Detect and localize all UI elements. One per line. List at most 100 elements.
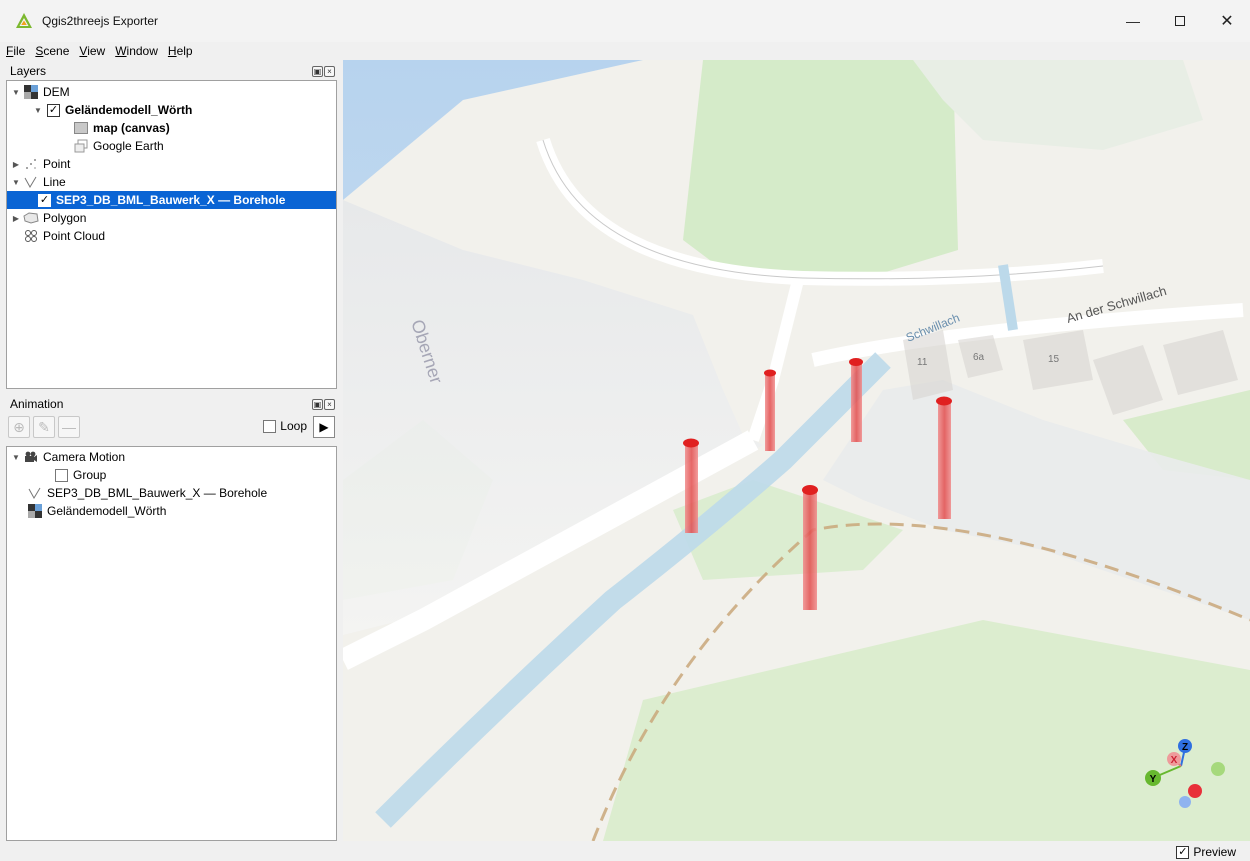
float-icon: ▣ [313, 66, 322, 76]
title-bar: Qgis2threejs Exporter — ✕ [0, 0, 1250, 42]
negative-y-axis-icon[interactable] [1211, 762, 1225, 776]
tree-item-google-earth[interactable]: Google Earth [71, 137, 164, 155]
borehole-tube[interactable] [849, 358, 863, 442]
tree-item-polygon[interactable]: ▶ Polygon [11, 209, 86, 227]
polygon-layer-icon [23, 211, 39, 225]
minimize-icon: — [1126, 13, 1140, 29]
loop-checkbox[interactable] [263, 419, 277, 433]
expand-arrow-icon[interactable]: ▼ [11, 178, 21, 187]
collapse-arrow-icon[interactable]: ▶ [11, 214, 21, 223]
tree-item-dem[interactable]: ▼ DEM [11, 83, 70, 101]
map-layer-icon [73, 121, 89, 135]
3d-map-view[interactable]: An der Schwillach Oberner Schwillach 11 … [343, 60, 1250, 841]
layers-tree[interactable]: ▼ DEM ▼ ✓ Geländemodell_Wörth map (canva… [6, 80, 337, 389]
float-panel-button[interactable]: ▣ [312, 65, 323, 77]
play-icon: ▶ [319, 420, 329, 434]
preview-checkbox[interactable]: ✓ [1176, 845, 1190, 859]
point-cloud-icon [23, 229, 39, 243]
house-number: 15 [1048, 354, 1060, 365]
tree-item-label: Google Earth [93, 139, 164, 153]
dem-raster-icon [23, 85, 39, 99]
svg-text:X: X [1171, 755, 1178, 766]
svg-text:Z: Z [1182, 742, 1188, 753]
park-area [683, 60, 958, 285]
anim-item-gelaendemodell[interactable]: Geländemodell_Wörth [27, 502, 166, 520]
line-layer-icon [27, 486, 43, 500]
tree-item-point[interactable]: ▶ Point [11, 155, 70, 173]
borehole-tube[interactable] [936, 396, 952, 520]
layers-panel-title: Layers [10, 64, 47, 78]
camera-icon [23, 450, 39, 464]
menu-window[interactable]: Window [115, 44, 158, 58]
animation-panel-title: Animation [10, 397, 64, 411]
menu-file[interactable]: File [6, 44, 25, 58]
minimize-button[interactable]: — [1110, 0, 1156, 42]
tree-item-label: Line [43, 175, 66, 189]
tree-item-label: SEP3_DB_BML_Bauwerk_X — Borehole [56, 193, 286, 207]
loop-toggle[interactable]: Loop [263, 419, 307, 433]
tree-item-point-cloud[interactable]: Point Cloud [21, 227, 105, 245]
3d-scene[interactable]: An der Schwillach Oberner Schwillach 11 … [343, 60, 1250, 841]
expand-arrow-icon[interactable]: ▼ [11, 453, 21, 462]
anim-item-borehole[interactable]: SEP3_DB_BML_Bauwerk_X — Borehole [27, 484, 267, 502]
close-icon: × [327, 66, 332, 76]
house-number: 11 [917, 357, 928, 368]
tree-item-map-canvas[interactable]: map (canvas) [71, 119, 170, 137]
expand-arrow-icon[interactable]: ▼ [33, 106, 43, 115]
expand-arrow-icon[interactable]: ▼ [11, 88, 21, 97]
float-icon: ▣ [313, 399, 322, 409]
negative-z-axis-icon[interactable] [1179, 796, 1191, 808]
borehole-tube[interactable] [764, 369, 776, 452]
animation-tree[interactable]: ▼ Camera Motion Group SEP3_DB_BML_Bauwer… [6, 446, 337, 841]
menu-view[interactable]: View [79, 44, 105, 58]
window-title: Qgis2threejs Exporter [42, 14, 159, 28]
borehole-tube[interactable] [683, 438, 699, 534]
add-keyframe-button[interactable]: ⊕ [8, 416, 30, 438]
layer-visibility-checkbox[interactable]: ✓ [47, 103, 60, 117]
maximize-button[interactable] [1157, 0, 1203, 42]
dem-raster-icon [27, 504, 43, 518]
anim-item-label: Group [73, 468, 107, 482]
float-panel-button[interactable]: ▣ [312, 398, 323, 410]
play-button[interactable]: ▶ [313, 416, 335, 438]
preview-toggle[interactable]: ✓ Preview [1176, 845, 1236, 859]
close-button[interactable]: ✕ [1204, 0, 1250, 42]
animation-toolbar: ⊕ ✎ — Loop ▶ [6, 414, 337, 440]
layer-visibility-checkbox[interactable]: ✓ [38, 193, 51, 207]
point-layer-icon [23, 157, 39, 171]
tree-item-borehole-selected[interactable]: ✓ SEP3_DB_BML_Bauwerk_X — Borehole [7, 191, 336, 209]
negative-x-axis-icon[interactable] [1188, 784, 1202, 798]
anim-item-label: SEP3_DB_BML_Bauwerk_X — Borehole [47, 486, 268, 500]
close-panel-button[interactable]: × [324, 398, 335, 410]
borehole-tube[interactable] [802, 485, 818, 610]
preview-label: Preview [1193, 845, 1236, 859]
add-icon: ⊕ [13, 419, 25, 435]
anim-item-group[interactable]: Group [55, 466, 106, 484]
loop-label: Loop [280, 419, 307, 433]
minus-icon: — [62, 419, 76, 435]
tree-item-line[interactable]: ▼ Line [11, 173, 66, 191]
remove-keyframe-button[interactable]: — [58, 416, 80, 438]
qgis2threejs-logo-icon [16, 13, 32, 28]
edit-keyframe-button[interactable]: ✎ [33, 416, 55, 438]
collapse-arrow-icon[interactable]: ▶ [11, 160, 21, 169]
tree-item-label: DEM [43, 85, 70, 99]
tree-item-gelaendemodell[interactable]: ▼ ✓ Geländemodell_Wörth [33, 101, 192, 119]
tree-item-label: map (canvas) [93, 121, 170, 135]
maximize-icon [1175, 16, 1185, 26]
layers-stack-icon [73, 139, 89, 153]
menu-help[interactable]: Help [168, 44, 193, 58]
menu-scene[interactable]: Scene [35, 44, 69, 58]
anim-item-camera-motion[interactable]: ▼ Camera Motion [11, 448, 125, 466]
tree-item-label: Geländemodell_Wörth [65, 103, 193, 117]
status-bar: ✓ Preview [0, 841, 1250, 861]
group-checkbox[interactable] [55, 468, 68, 482]
house-number: 6a [973, 352, 985, 363]
tree-item-label: Point Cloud [43, 229, 106, 243]
close-panel-button[interactable]: × [324, 65, 335, 77]
layers-panel-header: Layers ▣ × [6, 62, 337, 80]
menu-bar: File Scene View Window Help [0, 42, 1250, 60]
line-layer-icon [23, 175, 39, 189]
pencil-icon: ✎ [38, 419, 50, 435]
animation-panel-header: Animation ▣ × [6, 395, 337, 413]
